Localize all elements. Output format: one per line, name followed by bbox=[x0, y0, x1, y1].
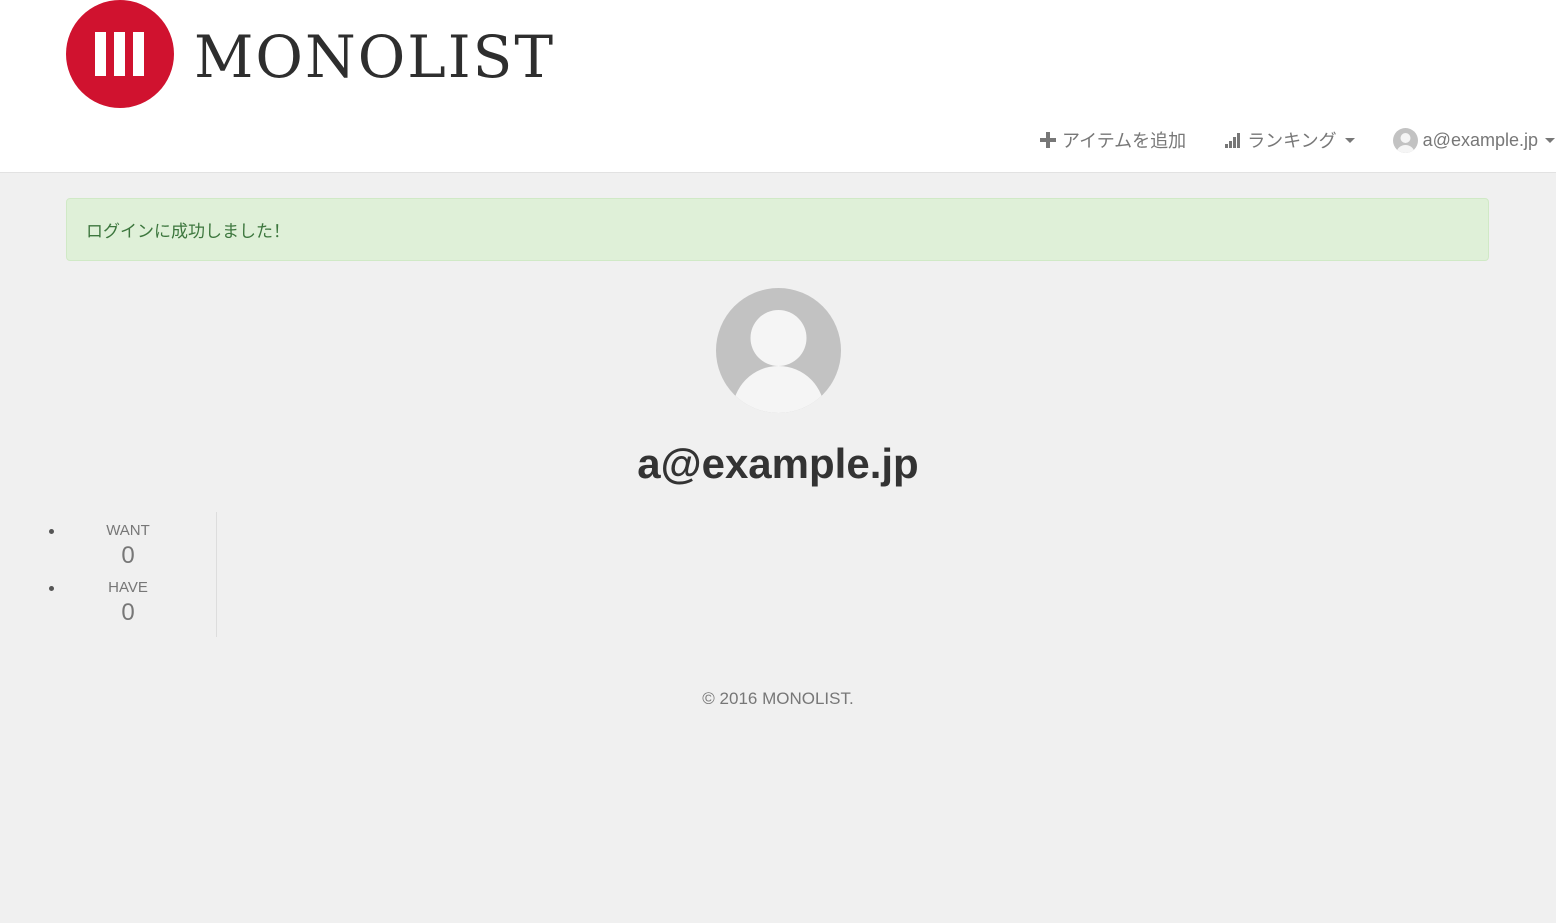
success-alert: ログインに成功しました！ bbox=[66, 198, 1489, 261]
nav-add-item-label: アイテムを追加 bbox=[1061, 131, 1187, 151]
profile-avatar bbox=[716, 288, 841, 413]
list-bullet bbox=[49, 529, 54, 534]
want-count[interactable]: WANT 0 bbox=[40, 512, 216, 571]
brand-logo[interactable]: MONOLIST bbox=[66, 0, 555, 108]
footer: © 2016 MONOLIST. bbox=[0, 680, 1556, 764]
header: MONOLIST アイテムを追加 ランキング a@example.jp bbox=[0, 0, 1556, 173]
have-count[interactable]: HAVE 0 bbox=[40, 569, 216, 628]
want-count-label: WANT bbox=[106, 522, 150, 539]
user-avatar-icon bbox=[1392, 127, 1418, 153]
nav-add-item[interactable]: アイテムを追加 bbox=[1039, 127, 1186, 153]
signal-bars-icon bbox=[1225, 133, 1241, 148]
alert-message: ログインに成功しました！ bbox=[86, 222, 290, 241]
user-counts: WANT 0 HAVE 0 bbox=[0, 512, 217, 637]
list-bullet bbox=[49, 586, 54, 591]
want-count-value: 0 bbox=[121, 542, 135, 569]
chevron-down-icon bbox=[1344, 137, 1355, 143]
have-count-value: 0 bbox=[121, 599, 135, 626]
nav-user-label: a@example.jp bbox=[1422, 129, 1538, 150]
nav-ranking-dropdown[interactable]: ランキング bbox=[1224, 127, 1355, 153]
profile-name: a@example.jp bbox=[637, 440, 919, 487]
have-count-label: HAVE bbox=[108, 579, 148, 596]
brand-name: MONOLIST bbox=[194, 23, 556, 91]
copyright-text: © 2016 MONOLIST. bbox=[702, 689, 854, 708]
nav-ranking-label: ランキング bbox=[1247, 131, 1337, 151]
page-background bbox=[0, 764, 1556, 921]
chevron-down-icon bbox=[1545, 137, 1555, 143]
nav-user-dropdown[interactable]: a@example.jp bbox=[1392, 127, 1556, 153]
top-nav: アイテムを追加 ランキング a@example.jp bbox=[1001, 122, 1556, 158]
plus-icon bbox=[1039, 132, 1056, 148]
monolist-logo-icon bbox=[66, 0, 174, 108]
